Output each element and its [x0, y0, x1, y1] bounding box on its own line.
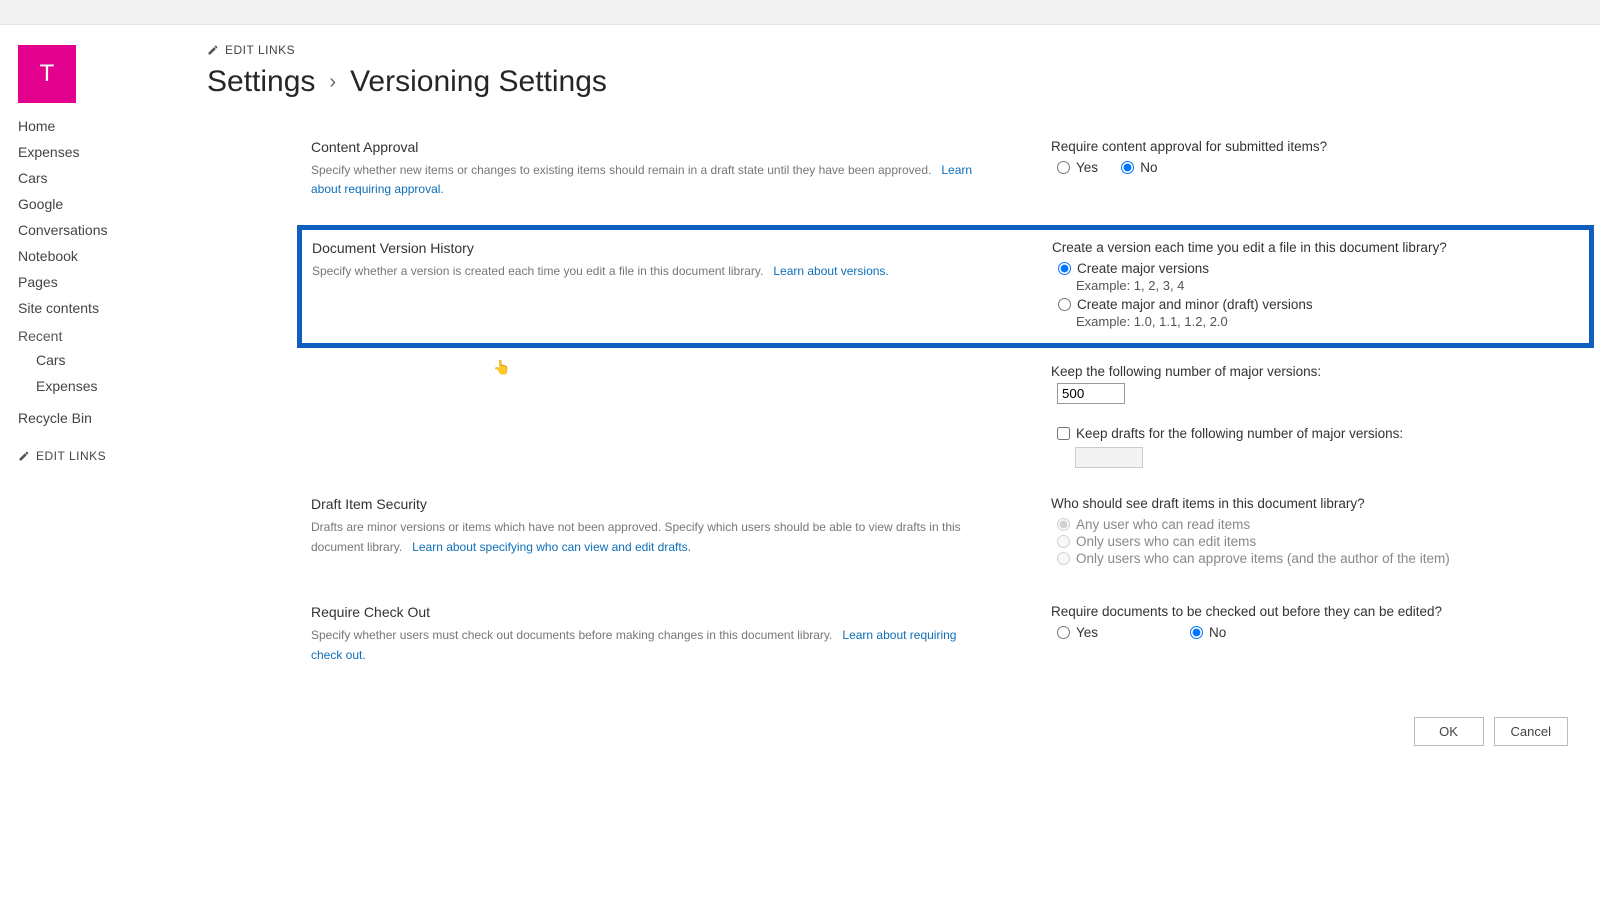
ribbon-bar — [0, 0, 1600, 25]
keep-drafts-input — [1075, 447, 1143, 468]
learn-versions-link[interactable]: Learn about versions. — [773, 264, 888, 278]
checkout-yes-radio[interactable] — [1057, 626, 1070, 639]
nav-site-contents[interactable]: Site contents — [18, 295, 193, 321]
draft-edit-label: Only users who can edit items — [1076, 534, 1256, 549]
learn-drafts-link[interactable]: Learn about specifying who can view and … — [412, 540, 691, 554]
content-approval-yes-label: Yes — [1076, 160, 1098, 175]
minor-versions-example: Example: 1.0, 1.1, 1.2, 2.0 — [1052, 314, 1577, 329]
draft-read-radio — [1057, 518, 1070, 531]
nav-home[interactable]: Home — [18, 113, 193, 139]
version-history-question: Create a version each time you edit a fi… — [1052, 240, 1577, 255]
edit-links-top-label: EDIT LINKS — [225, 43, 295, 57]
draft-security-question: Who should see draft items in this docum… — [1051, 496, 1578, 511]
nav-recycle-bin[interactable]: Recycle Bin — [18, 405, 193, 431]
content-approval-no-label: No — [1140, 160, 1157, 175]
checkout-desc: Specify whether users must check out doc… — [311, 628, 832, 642]
section-content-approval: Content Approval Specify whether new ite… — [311, 125, 1578, 221]
pencil-icon — [18, 450, 30, 462]
keep-major-label: Keep the following number of major versi… — [1051, 364, 1578, 379]
keep-major-input[interactable] — [1057, 383, 1125, 404]
major-versions-example: Example: 1, 2, 3, 4 — [1052, 278, 1577, 293]
version-history-title: Document Version History — [312, 240, 992, 256]
draft-read-label: Any user who can read items — [1076, 517, 1250, 532]
page-title: Versioning Settings — [350, 65, 607, 99]
checkout-title: Require Check Out — [311, 604, 991, 620]
draft-approve-radio — [1057, 552, 1070, 565]
keep-drafts-label: Keep drafts for the following number of … — [1076, 426, 1403, 441]
cancel-button[interactable]: Cancel — [1494, 717, 1568, 746]
minor-versions-radio[interactable] — [1058, 298, 1071, 311]
nav-pages[interactable]: Pages — [18, 269, 193, 295]
nav-google[interactable]: Google — [18, 191, 193, 217]
nav-recent-expenses[interactable]: Expenses — [18, 373, 193, 399]
keep-versions-block: Keep the following number of major versi… — [311, 352, 1578, 482]
nav-cars[interactable]: Cars — [18, 165, 193, 191]
major-versions-radio[interactable] — [1058, 262, 1071, 275]
checkout-yes-label: Yes — [1076, 625, 1098, 640]
edit-links-sidebar-label: EDIT LINKS — [36, 449, 106, 463]
breadcrumb-root[interactable]: Settings — [207, 65, 315, 99]
ok-button[interactable]: OK — [1414, 717, 1484, 746]
section-version-history: Document Version History Specify whether… — [297, 225, 1594, 348]
section-checkout: Require Check Out Specify whether users … — [311, 590, 1578, 686]
site-tile[interactable]: T — [18, 45, 76, 103]
edit-links-top[interactable]: EDIT LINKS — [207, 39, 1578, 61]
breadcrumb-sep: › — [329, 71, 336, 94]
version-history-desc: Specify whether a version is created eac… — [312, 264, 763, 278]
nav-recent-cars[interactable]: Cars — [18, 347, 193, 373]
content-approval-title: Content Approval — [311, 139, 991, 155]
section-draft-security: Draft Item Security Drafts are minor ver… — [311, 482, 1578, 590]
checkout-no-radio[interactable] — [1190, 626, 1203, 639]
nav-expenses[interactable]: Expenses — [18, 139, 193, 165]
draft-approve-label: Only users who can approve items (and th… — [1076, 551, 1450, 566]
minor-versions-label: Create major and minor (draft) versions — [1077, 297, 1313, 312]
checkout-no-label: No — [1209, 625, 1226, 640]
nav-recent-heading: Recent — [18, 321, 193, 347]
nav-conversations[interactable]: Conversations — [18, 217, 193, 243]
edit-links-sidebar[interactable]: EDIT LINKS — [18, 445, 193, 467]
content-approval-yes-radio[interactable] — [1057, 161, 1070, 174]
nav-notebook[interactable]: Notebook — [18, 243, 193, 269]
main-content: EDIT LINKS Settings › Versioning Setting… — [203, 45, 1578, 746]
content-approval-question: Require content approval for submitted i… — [1051, 139, 1578, 154]
draft-security-title: Draft Item Security — [311, 496, 991, 512]
major-versions-label: Create major versions — [1077, 261, 1209, 276]
content-approval-desc: Specify whether new items or changes to … — [311, 163, 931, 177]
quick-launch-nav: Home Expenses Cars Google Conversations … — [18, 113, 193, 467]
draft-edit-radio — [1057, 535, 1070, 548]
pencil-icon — [207, 44, 219, 56]
breadcrumb: Settings › Versioning Settings — [207, 65, 1578, 99]
content-approval-no-radio[interactable] — [1121, 161, 1134, 174]
keep-drafts-checkbox[interactable] — [1057, 427, 1070, 440]
sidebar: T Home Expenses Cars Google Conversation… — [18, 45, 203, 746]
site-tile-letter: T — [40, 60, 55, 88]
checkout-question: Require documents to be checked out befo… — [1051, 604, 1578, 619]
